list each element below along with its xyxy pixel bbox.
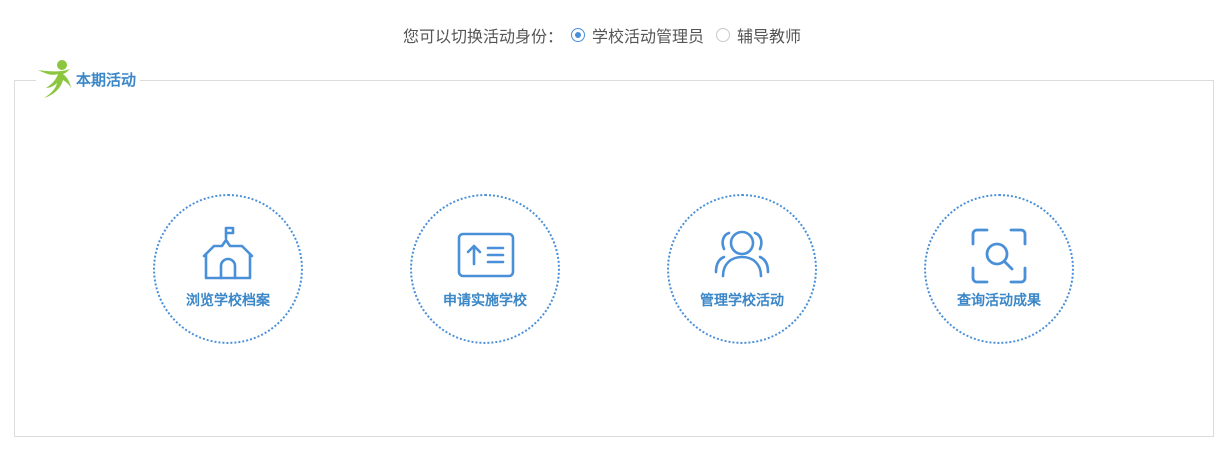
role-option-label: 辅导教师 <box>737 27 802 46</box>
panel-header: 本期活动 <box>36 58 141 98</box>
user-group-icon <box>714 230 770 278</box>
scan-search-icon <box>971 228 1027 284</box>
role-radio-tutor-teacher[interactable] <box>716 28 730 42</box>
action-label: 申请实施学校 <box>443 293 527 309</box>
role-option-label: 学校活动管理员 <box>591 27 704 46</box>
role-switcher: 您可以切换活动身份： 学校活动管理员 辅导教师 <box>0 22 1230 48</box>
browse-school-archive-button[interactable]: 浏览学校档案 <box>153 194 303 344</box>
action-label: 查询活动成果 <box>957 293 1041 309</box>
query-activity-results-button[interactable]: 查询活动成果 <box>924 194 1074 344</box>
upload-list-icon <box>457 232 515 278</box>
school-building-icon <box>202 226 254 280</box>
action-label: 浏览学校档案 <box>186 293 270 309</box>
apply-implementation-school-button[interactable]: 申请实施学校 <box>410 194 560 344</box>
role-option-tutor-teacher[interactable]: 辅导教师 <box>716 23 801 47</box>
role-radio-school-admin[interactable] <box>570 28 585 42</box>
page: 您可以切换活动身份： 学校活动管理员 辅导教师 本期活动 浏览学校档案 申请实施… <box>0 0 1230 458</box>
role-switch-prompt: 您可以切换活动身份： <box>402 27 563 46</box>
running-figure-icon <box>38 60 71 98</box>
panel-title: 本期活动 <box>76 70 137 89</box>
manage-school-activities-button[interactable]: 管理学校活动 <box>667 194 817 344</box>
role-option-school-admin[interactable]: 学校活动管理员 <box>570 23 704 47</box>
action-label: 管理学校活动 <box>700 293 784 309</box>
